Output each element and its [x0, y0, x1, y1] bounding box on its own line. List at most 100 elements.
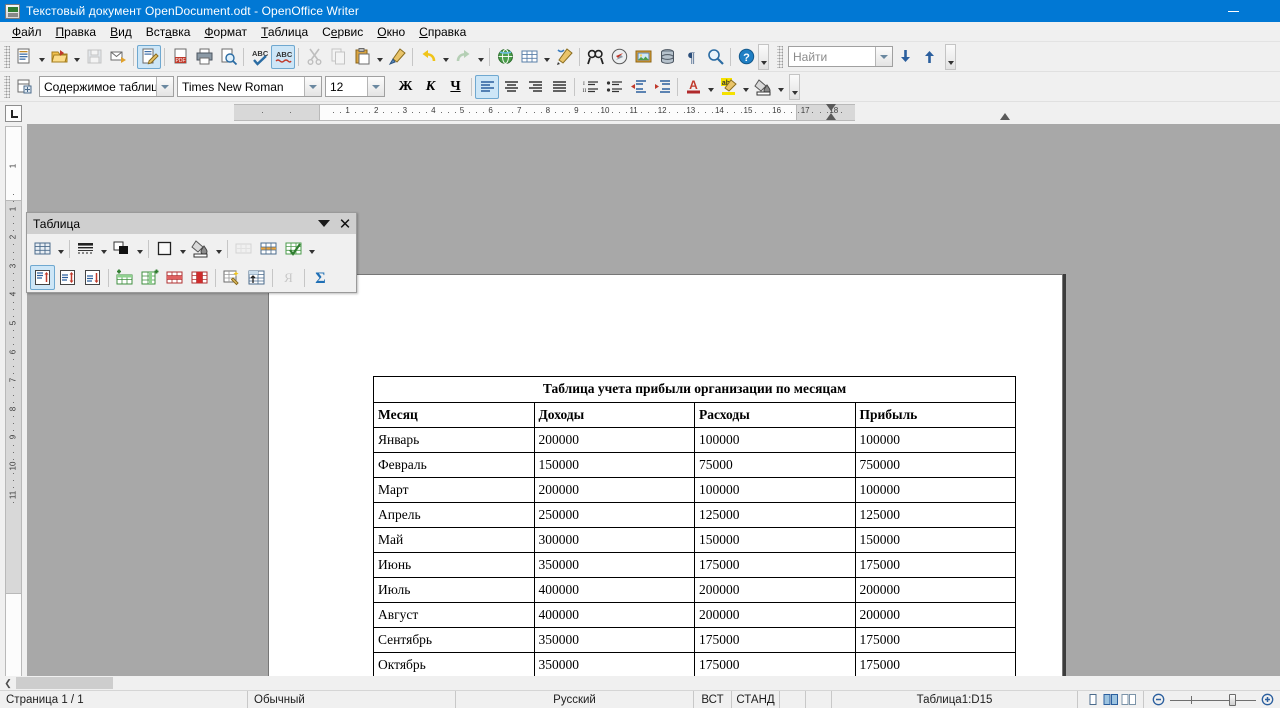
status-selection-mode[interactable]: СТАНД [732, 691, 780, 708]
border-color-dropdown[interactable] [134, 237, 145, 261]
scroll-left-button[interactable]: ❮ [0, 676, 16, 690]
menu-item-window[interactable]: Окно [370, 23, 412, 41]
table-cell-7-0[interactable]: Август [373, 602, 535, 628]
table-cell-0-2[interactable]: 100000 [694, 427, 856, 453]
background-color-dropdown[interactable] [213, 237, 224, 261]
find-toolbar-grip[interactable] [777, 45, 783, 68]
insert-table-dropdown[interactable] [541, 45, 552, 69]
paste-icon[interactable] [350, 45, 374, 69]
table-cell-1-3[interactable]: 750000 [854, 452, 1016, 478]
table-borders-icon[interactable] [30, 236, 55, 261]
split-cells-icon[interactable] [256, 236, 281, 261]
table-row[interactable]: Сентябрь 350000 175000 175000 [373, 627, 1016, 653]
font-name-combo[interactable]: Times New Roman [177, 76, 322, 97]
table-cell-4-3[interactable]: 150000 [854, 527, 1016, 553]
status-document-modified[interactable] [780, 691, 806, 708]
standard-toolbar-overflow[interactable] [758, 43, 769, 70]
table-cell-9-3[interactable]: 175000 [854, 652, 1016, 676]
border-style-icon[interactable] [73, 236, 98, 261]
autospellcheck-icon[interactable]: ABC [271, 44, 295, 69]
help-icon[interactable]: ? [734, 45, 758, 69]
table-row[interactable]: Июнь 350000 175000 175000 [373, 552, 1016, 578]
background-color-dropdown[interactable] [775, 75, 786, 99]
right-indent-marker[interactable] [1000, 113, 1010, 120]
hyperlink-icon[interactable] [493, 45, 517, 69]
table-cell-4-0[interactable]: Май [373, 527, 535, 553]
table-header-cell-2[interactable]: Расходы [694, 402, 856, 428]
bulleted-list-icon[interactable] [602, 75, 626, 99]
table-cell-2-0[interactable]: Март [373, 477, 535, 503]
status-language[interactable]: Русский [456, 691, 694, 708]
table-cell-8-1[interactable]: 350000 [533, 627, 695, 653]
print-preview-icon[interactable] [216, 45, 240, 69]
border-color-icon[interactable] [109, 236, 134, 261]
document-page[interactable]: Таблица учета прибыли организации по мес… [268, 274, 1063, 676]
background-color-icon[interactable] [751, 75, 775, 99]
first-line-indent-marker[interactable] [826, 104, 836, 111]
insert-table-icon[interactable] [517, 45, 541, 69]
table-row[interactable]: Февраль 150000 75000 750000 [373, 452, 1016, 478]
table-cell-4-2[interactable]: 150000 [694, 527, 856, 553]
table-cell-8-2[interactable]: 175000 [694, 627, 856, 653]
save-document-icon[interactable] [82, 45, 106, 69]
table-title-cell[interactable]: Таблица учета прибыли организации по мес… [373, 376, 1016, 403]
table-row[interactable]: Май 300000 150000 150000 [373, 527, 1016, 553]
table-cell-3-2[interactable]: 125000 [694, 502, 856, 528]
font-color-dropdown[interactable] [705, 75, 716, 99]
find-previous-icon[interactable] [917, 45, 941, 69]
table-cell-0-3[interactable]: 100000 [854, 427, 1016, 453]
find-input[interactable]: Найти [788, 46, 893, 67]
table-cell-9-0[interactable]: Октябрь [373, 652, 535, 676]
optimize-table-dropdown[interactable] [306, 237, 317, 261]
table-toolbar-titlebar[interactable]: Таблица ✕ [27, 213, 356, 234]
delete-row-icon[interactable] [162, 265, 187, 290]
font-color-icon[interactable]: A [681, 75, 705, 99]
formatting-toolbar-overflow[interactable] [789, 73, 800, 100]
send-email-icon[interactable] [106, 45, 130, 69]
menu-item-edit[interactable]: Правка [49, 23, 104, 41]
align-center-vertical-icon[interactable] [55, 265, 80, 290]
chevron-down-icon[interactable] [314, 213, 334, 234]
table-cell-4-1[interactable]: 300000 [533, 527, 695, 553]
table-row[interactable]: Март 200000 100000 100000 [373, 477, 1016, 503]
numbered-list-icon[interactable]: I II [578, 75, 602, 99]
table-cell-1-0[interactable]: Февраль [373, 452, 535, 478]
table-cell-2-1[interactable]: 200000 [533, 477, 695, 503]
background-style-dropdown[interactable] [177, 237, 188, 261]
show-draw-functions-icon[interactable] [552, 45, 576, 69]
menu-item-help[interactable]: Справка [412, 23, 473, 41]
data-sources-icon[interactable] [655, 45, 679, 69]
zoom-in-icon[interactable] [1259, 692, 1276, 708]
background-color-icon[interactable] [188, 236, 213, 261]
find-toolbar-overflow[interactable] [945, 43, 956, 70]
highlighting-color-dropdown[interactable] [740, 75, 751, 99]
table-cell-3-1[interactable]: 250000 [533, 502, 695, 528]
decrease-indent-icon[interactable] [626, 75, 650, 99]
italic-button[interactable]: К [418, 75, 443, 99]
find-replace-icon[interactable] [583, 45, 607, 69]
single-page-view-icon[interactable] [1084, 692, 1101, 708]
table-cell-3-0[interactable]: Апрель [373, 502, 535, 528]
status-cell-reference[interactable]: Таблица1:D15 [832, 691, 1078, 708]
print-file-icon[interactable] [192, 45, 216, 69]
status-page-style[interactable]: Обычный [248, 691, 456, 708]
zoom-slider[interactable] [1167, 693, 1259, 707]
table-header-cell-3[interactable]: Прибыль [854, 402, 1016, 428]
table-header-row[interactable]: Месяц Доходы Расходы Прибыль [373, 402, 1016, 428]
status-page-number[interactable]: Страница 1 / 1 [0, 691, 248, 708]
formatting-toolbar-grip[interactable] [4, 75, 10, 98]
paste-dropdown[interactable] [374, 45, 385, 69]
table-cell-6-3[interactable]: 200000 [854, 577, 1016, 603]
document-canvas[interactable]: Таблица учета прибыли организации по мес… [27, 124, 1280, 676]
delete-column-icon[interactable] [187, 265, 212, 290]
horizontal-scrollbar[interactable]: ❮ [0, 676, 1280, 690]
align-right-icon[interactable] [523, 75, 547, 99]
horizontal-scroll-thumb[interactable] [16, 677, 113, 689]
table-cell-7-2[interactable]: 200000 [694, 602, 856, 628]
horizontal-scroll-track[interactable] [16, 676, 1280, 690]
open-document-dropdown[interactable] [71, 45, 82, 69]
table-cell-2-3[interactable]: 100000 [854, 477, 1016, 503]
table-row[interactable]: Октябрь 350000 175000 175000 [373, 652, 1016, 676]
underline-button[interactable]: Ч [443, 75, 468, 99]
table-cell-0-1[interactable]: 200000 [533, 427, 695, 453]
